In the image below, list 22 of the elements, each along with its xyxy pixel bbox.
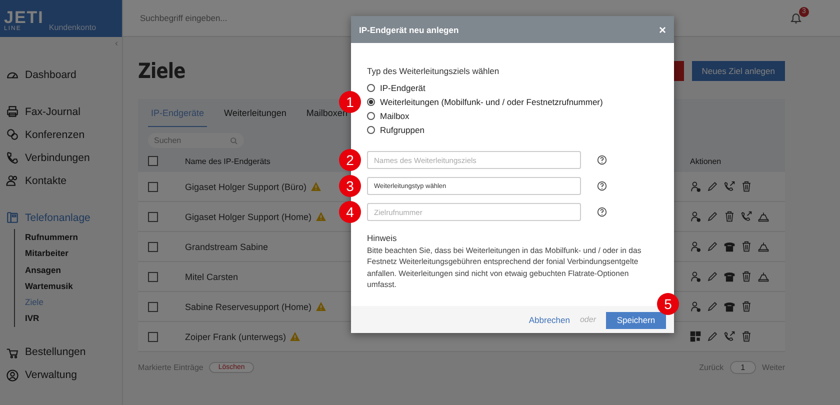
column-header: Name des IP-Endgeräts: [185, 156, 270, 166]
device-name: Grandstream Sabine: [185, 242, 268, 252]
account-label: Kundenkonto: [48, 23, 96, 32]
option-label: Rufgruppen: [380, 125, 424, 135]
device-name: Gigaset Holger Support (Home): [185, 212, 312, 222]
step-number: 2: [339, 149, 361, 171]
device-name: Gigaset Holger Support (Büro): [185, 182, 307, 192]
option-label: IP-Endgerät: [380, 83, 426, 93]
logo-text: JETI: [4, 9, 44, 26]
device-name: Zoiper Frank (unterwegs): [185, 332, 286, 342]
device-name: Sabine Reservesupport (Home): [185, 302, 312, 312]
step-number: 4: [339, 201, 361, 223]
note-title: Hinweis: [367, 233, 398, 243]
device-name: Mitel Carsten: [185, 272, 238, 282]
option-label: Mailbox: [380, 111, 410, 121]
dialog-title: IP-Endgerät neu anlegen: [359, 24, 459, 34]
prompt-text: Typ des Weiterleitungsziels wählen: [367, 66, 500, 76]
option-label: Weiterleitungen (Mobilfunk- und / oder Festnetzrufnummer): [380, 97, 603, 107]
or-text: oder: [580, 315, 596, 324]
page-title: Ziele: [138, 59, 186, 83]
column-header: Aktionen: [690, 156, 722, 166]
step-number: 3: [339, 175, 361, 197]
